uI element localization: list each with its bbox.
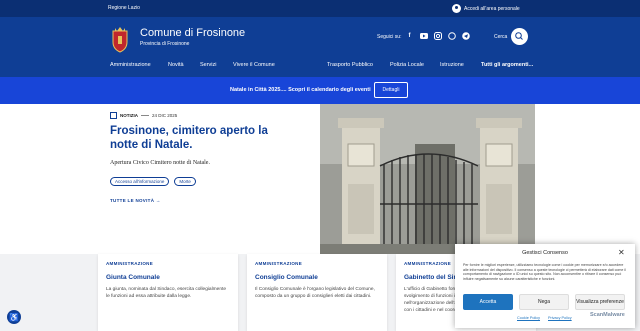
accessibility-button[interactable]: ♿ bbox=[7, 310, 21, 324]
crest-icon[interactable] bbox=[110, 26, 130, 53]
card-description: Il Consiglio Comunale è l'organo legisla… bbox=[255, 287, 375, 299]
article-tags: Accesso all'informazione Morte bbox=[110, 177, 196, 186]
card-consiglio[interactable]: AMMINISTRAZIONE Consiglio Comunale Il Co… bbox=[247, 254, 387, 331]
article-date: 24 DIC 2025 bbox=[152, 113, 178, 118]
top-bar: Regione Lazio Accedi all'area personale bbox=[0, 0, 640, 17]
telegram-icon[interactable] bbox=[461, 31, 470, 40]
search-button[interactable] bbox=[511, 28, 528, 45]
article-category: NOTIZIA bbox=[120, 113, 138, 118]
meta-divider bbox=[141, 115, 149, 116]
user-icon bbox=[452, 4, 461, 13]
consent-links: Cookie Policy Privacy Policy bbox=[517, 316, 572, 320]
cookie-consent-dialog: Gestisci Consenso ✕ Per fornire le migli… bbox=[455, 244, 635, 328]
region-link[interactable]: Regione Lazio bbox=[108, 5, 140, 11]
nav-item-amministrazione[interactable]: Amministrazione bbox=[110, 62, 151, 68]
nav-item-novita[interactable]: Novità bbox=[168, 62, 184, 68]
nav-item-vivere[interactable]: Vivere il Comune bbox=[233, 62, 275, 68]
social-links: f bbox=[405, 31, 470, 40]
tag-accesso[interactable]: Accesso all'informazione bbox=[110, 177, 170, 186]
card-description: La giunta, nominata dal Sindaco, esercit… bbox=[106, 287, 226, 299]
accept-button[interactable]: Accetta bbox=[463, 294, 513, 310]
card-giunta[interactable]: AMMINISTRAZIONE Giunta Comunale La giunt… bbox=[98, 254, 238, 331]
banner-text: Natale in Città 2025.... Scopri il calen… bbox=[230, 87, 371, 93]
article-lede: Apertura Civico Cimitero notte di Natale… bbox=[110, 160, 210, 166]
all-news-link[interactable]: TUTTE LE NOVITÀ → bbox=[110, 198, 161, 203]
calendar-icon bbox=[110, 112, 117, 119]
site-title[interactable]: Comune di Frosinone bbox=[140, 27, 245, 39]
tag-morte[interactable]: Morte bbox=[174, 177, 196, 186]
nav-item-all-topics[interactable]: Tutti gli argomenti... bbox=[481, 62, 533, 68]
facebook-icon[interactable]: f bbox=[405, 31, 414, 40]
site-subtitle: Provincia di Frosinone bbox=[140, 41, 190, 47]
article-title[interactable]: Frosinone, cimitero aperto la notte di N… bbox=[110, 124, 270, 152]
close-icon[interactable]: ✕ bbox=[618, 248, 625, 257]
search-icon bbox=[515, 32, 523, 40]
card-title[interactable]: Giunta Comunale bbox=[106, 274, 230, 281]
social-label: Seguici su: bbox=[377, 34, 402, 40]
whatsapp-icon[interactable] bbox=[447, 31, 456, 40]
accessibility-icon: ♿ bbox=[9, 312, 19, 322]
preferences-button[interactable]: Visualizza preferenze bbox=[575, 294, 625, 310]
instagram-icon[interactable] bbox=[433, 31, 442, 40]
arrow-right-icon: → bbox=[155, 198, 161, 203]
nav-item-polizia[interactable]: Polizia Locale bbox=[390, 62, 424, 68]
article-photo bbox=[320, 104, 535, 254]
deny-button[interactable]: Nega bbox=[519, 294, 569, 310]
login-label: Accedi all'area personale bbox=[464, 5, 520, 12]
nav-item-servizi[interactable]: Servizi bbox=[200, 62, 217, 68]
banner-details-button[interactable]: Dettagli bbox=[374, 82, 408, 98]
login-link[interactable]: Accedi all'area personale bbox=[452, 3, 520, 14]
article-meta: NOTIZIA 24 DIC 2025 bbox=[110, 112, 177, 119]
cookie-policy-link[interactable]: Cookie Policy bbox=[517, 316, 540, 320]
search-label: Cerca bbox=[494, 34, 508, 40]
all-news-label: TUTTE LE NOVITÀ bbox=[110, 198, 155, 203]
privacy-policy-link[interactable]: Privacy Policy bbox=[548, 316, 572, 320]
card-kicker: AMMINISTRAZIONE bbox=[106, 261, 153, 266]
card-title[interactable]: Consiglio Comunale bbox=[255, 274, 379, 281]
scanmalware-watermark: ScanMalware bbox=[590, 312, 625, 318]
main-nav: Amministrazione Novità Servizi Vivere il… bbox=[0, 56, 640, 77]
consent-title: Gestisci Consenso bbox=[522, 250, 568, 256]
nav-item-istruzione[interactable]: Istruzione bbox=[440, 62, 464, 68]
card-kicker: AMMINISTRAZIONE bbox=[255, 261, 302, 266]
consent-body: Per fornire le migliori esperienze, util… bbox=[463, 263, 627, 281]
nav-item-trasporto[interactable]: Trasporto Pubblico bbox=[327, 62, 373, 68]
event-banner: Natale in Città 2025.... Scopri il calen… bbox=[0, 77, 640, 104]
youtube-icon[interactable] bbox=[419, 31, 428, 40]
